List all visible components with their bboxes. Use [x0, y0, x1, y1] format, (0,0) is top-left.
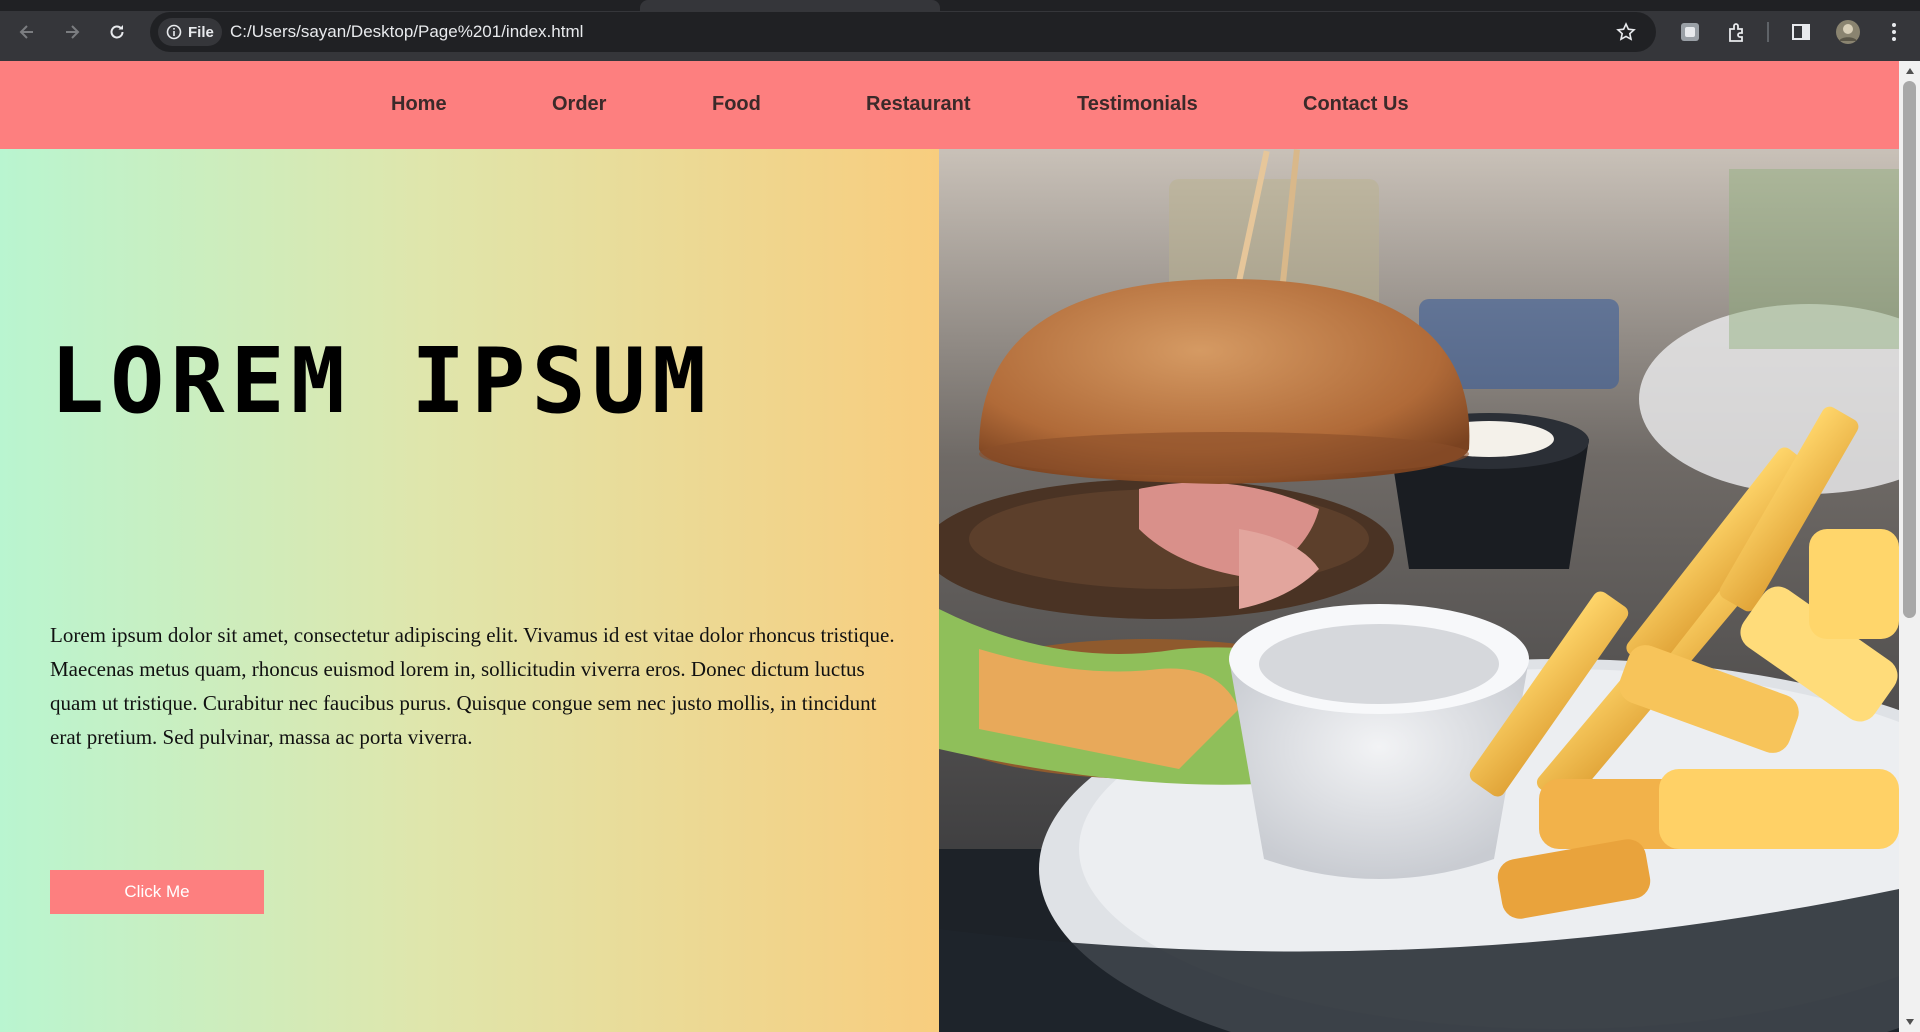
extension-icon: [1681, 23, 1699, 41]
address-bar[interactable]: File C:/Users/sayan/Desktop/Page%201/ind…: [150, 12, 1656, 52]
url-text[interactable]: C:/Users/sayan/Desktop/Page%201/index.ht…: [230, 22, 583, 42]
bookmark-button[interactable]: [1614, 20, 1638, 44]
click-me-button[interactable]: Click Me: [50, 870, 264, 914]
profile-button[interactable]: [1834, 18, 1862, 46]
menu-dots-icon: [1892, 23, 1896, 41]
forward-arrow-icon: [66, 25, 80, 39]
scroll-up-arrow-icon: [1905, 68, 1914, 74]
nav-link-food[interactable]: Food: [712, 93, 761, 116]
active-tab[interactable]: [640, 0, 940, 11]
extension-button[interactable]: [1676, 18, 1704, 46]
reload-button[interactable]: [101, 16, 133, 48]
tab-strip: [0, 0, 1920, 11]
top-navbar: Home Order Food Restaurant Testimonials …: [0, 61, 1899, 149]
white-dip-cup-inside: [1259, 624, 1499, 704]
side-panel-button[interactable]: [1787, 18, 1815, 46]
nav-link-restaurant[interactable]: Restaurant: [866, 93, 970, 116]
file-chip-label: File: [188, 23, 214, 41]
burger-photo: [939, 149, 1899, 1032]
back-arrow-icon: [19, 25, 33, 39]
bun-edge: [979, 432, 1469, 476]
nav-link-home[interactable]: Home: [391, 93, 447, 116]
side-panel-icon: [1792, 24, 1810, 40]
hero-title: LOREM IPSUM: [50, 329, 713, 434]
salad-blur: [1729, 169, 1899, 349]
scroll-up-button[interactable]: [1899, 63, 1920, 79]
forward-button[interactable]: [56, 16, 88, 48]
avatar: [1836, 20, 1860, 44]
nav-link-testimonials[interactable]: Testimonials: [1077, 93, 1198, 116]
scrollbar-thumb[interactable]: [1903, 81, 1916, 618]
scroll-down-arrow-icon: [1905, 1019, 1914, 1025]
nav-link-order[interactable]: Order: [552, 93, 606, 116]
site-info-chip[interactable]: File: [158, 18, 222, 46]
browser-menu-button[interactable]: [1880, 18, 1908, 46]
nav-link-contact-us[interactable]: Contact Us: [1303, 93, 1409, 116]
toolbar-separator: [1767, 22, 1769, 42]
reload-icon: [110, 25, 124, 39]
extensions-menu-button[interactable]: [1723, 18, 1751, 46]
back-button[interactable]: [11, 16, 43, 48]
hero-paragraph: Lorem ipsum dolor sit amet, consectetur …: [50, 623, 895, 749]
info-icon: [166, 24, 182, 40]
hero-section: LOREM IPSUM Lorem ipsum dolor sit amet, …: [0, 149, 939, 1032]
extension-puzzle-icon: [1729, 23, 1743, 42]
page-scrollbar[interactable]: [1899, 61, 1920, 1032]
scroll-down-button[interactable]: [1899, 1014, 1920, 1030]
page-viewport: Home Order Food Restaurant Testimonials …: [0, 61, 1920, 1032]
browser-toolbar: File C:/Users/sayan/Desktop/Page%201/ind…: [0, 0, 1920, 61]
star-icon: [1616, 22, 1636, 41]
